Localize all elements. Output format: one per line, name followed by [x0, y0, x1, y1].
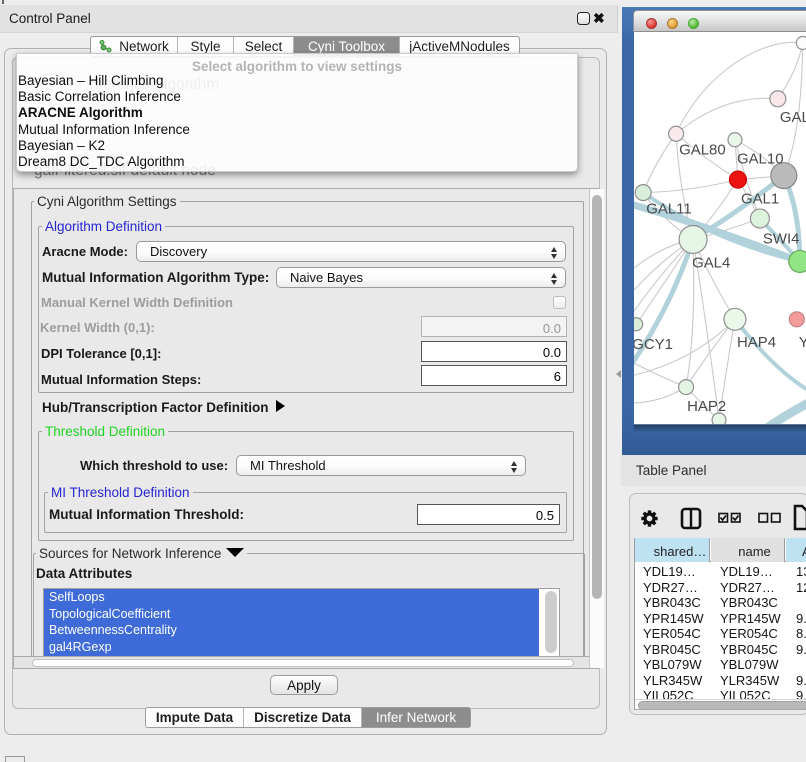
svg-text:GAL: GAL: [780, 109, 806, 126]
svg-text:Y: Y: [799, 334, 806, 351]
svg-text:HAP4: HAP4: [737, 334, 776, 351]
svg-text:GAL4: GAL4: [692, 254, 730, 271]
svg-text:SWI4: SWI4: [763, 230, 800, 247]
svg-text:GCY1: GCY1: [634, 336, 673, 353]
svg-text:GAL10: GAL10: [737, 151, 784, 168]
svg-text:HAP2: HAP2: [687, 398, 726, 415]
svg-text:GAL80: GAL80: [679, 142, 726, 159]
svg-text:GAL11: GAL11: [646, 201, 691, 218]
svg-text:GAL1: GAL1: [741, 191, 779, 208]
